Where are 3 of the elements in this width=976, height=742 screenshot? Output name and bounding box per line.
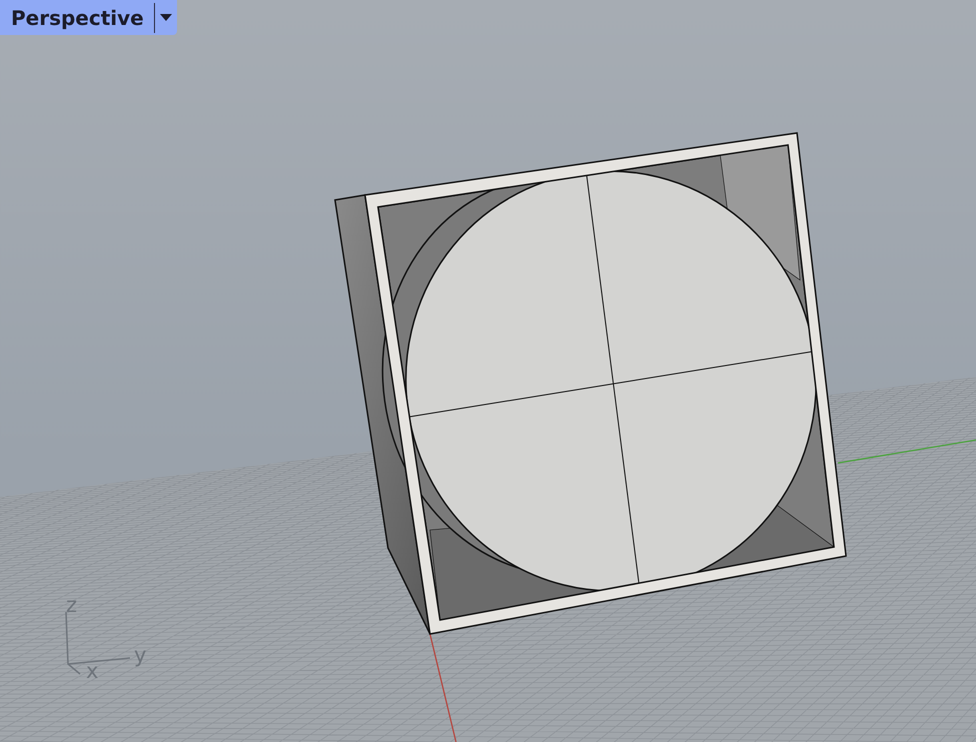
viewport-title[interactable]: Perspective bbox=[0, 2, 155, 32]
viewport-tab[interactable]: Perspective bbox=[0, 0, 177, 35]
caret-icon[interactable] bbox=[160, 14, 172, 22]
